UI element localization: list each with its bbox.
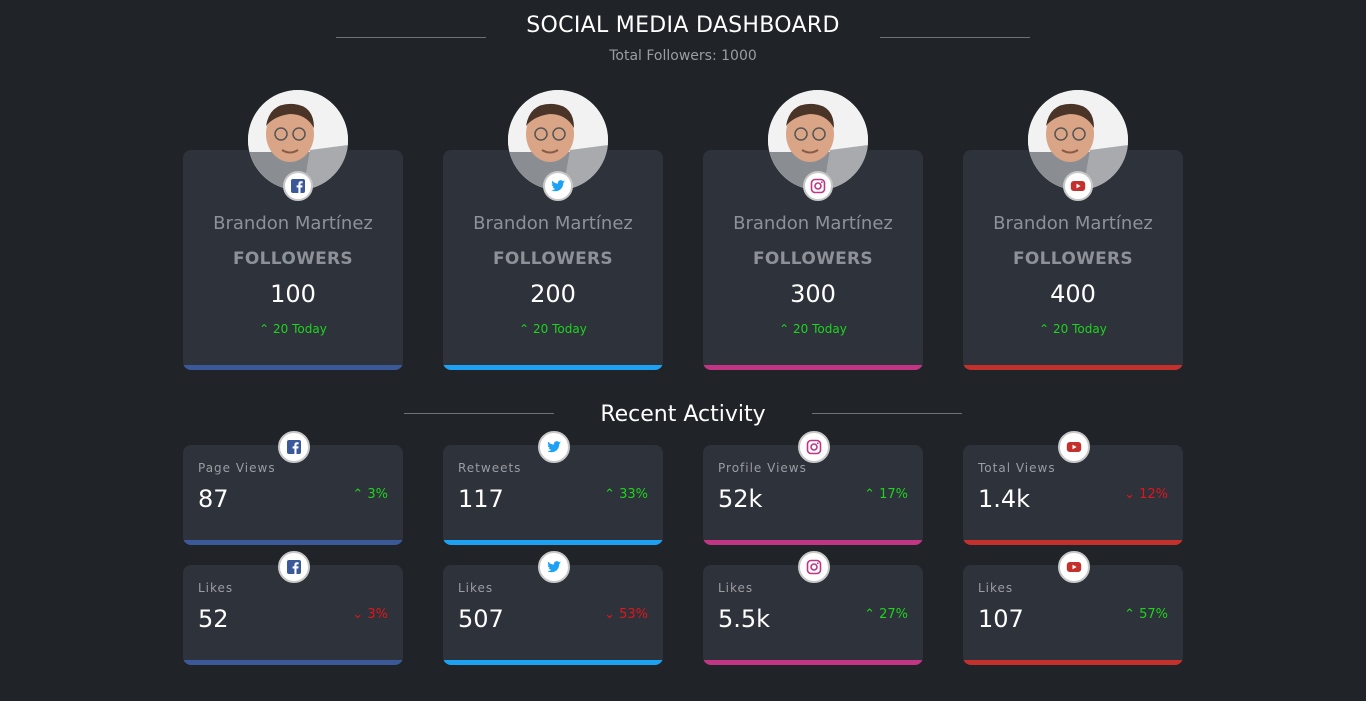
activity-value: 1.4k xyxy=(978,485,1031,513)
youtube-icon xyxy=(1058,551,1090,583)
followers-today: ⌃ 20 Today xyxy=(519,322,587,336)
followers-today: ⌃ 20 Today xyxy=(779,322,847,336)
facebook-icon xyxy=(278,431,310,463)
activity-change: ⌃ 3% xyxy=(352,487,388,502)
total-followers: Total Followers: 1000 xyxy=(609,48,757,64)
activity-label: Likes xyxy=(458,581,494,595)
activity-label: Total Views xyxy=(978,461,1056,475)
activity-change: ⌃ 33% xyxy=(604,487,648,502)
activity-change: ⌄ 12% xyxy=(1124,487,1168,502)
activity-label: Likes xyxy=(198,581,234,595)
activity-label: Profile Views xyxy=(718,461,807,475)
activity-value: 52k xyxy=(718,485,763,513)
activity-change: ⌃ 57% xyxy=(1124,607,1168,622)
facebook-icon xyxy=(283,171,313,201)
profile-name: Brandon Martínez xyxy=(213,213,373,234)
twitter-accent-bar xyxy=(443,365,663,370)
twitter-icon xyxy=(543,171,573,201)
followers-today: ⌃ 20 Today xyxy=(259,322,327,336)
title-row: SOCIAL MEDIA DASHBOARD xyxy=(0,13,1366,43)
followers-count: 200 xyxy=(530,280,576,308)
twitter-accent-bar xyxy=(443,660,663,665)
activity-value: 5.5k xyxy=(718,605,771,633)
youtube-icon xyxy=(1058,431,1090,463)
instagram-icon xyxy=(798,431,830,463)
instagram-accent-bar xyxy=(703,540,923,545)
instagram-icon xyxy=(803,171,833,201)
recent-activity-heading: Recent Activity xyxy=(0,402,1366,434)
activity-change: ⌄ 3% xyxy=(352,607,388,622)
followers-today: ⌃ 20 Today xyxy=(1039,322,1107,336)
followers-label: FOLLOWERS xyxy=(493,249,613,269)
profile-name: Brandon Martínez xyxy=(993,213,1153,234)
title-divider-right xyxy=(880,37,1030,38)
followers-count: 300 xyxy=(790,280,836,308)
activity-value: 87 xyxy=(198,485,229,513)
activity-change: ⌄ 53% xyxy=(604,607,648,622)
facebook-icon xyxy=(278,551,310,583)
activity-value: 52 xyxy=(198,605,229,633)
activity-value: 507 xyxy=(458,605,504,633)
section-divider-right xyxy=(812,413,962,414)
activity-label: Likes xyxy=(718,581,754,595)
activity-change: ⌃ 27% xyxy=(864,607,908,622)
section-title: Recent Activity xyxy=(600,402,766,427)
youtube-accent-bar xyxy=(963,540,1183,545)
activity-label: Page Views xyxy=(198,461,276,475)
twitter-accent-bar xyxy=(443,540,663,545)
youtube-icon xyxy=(1063,171,1093,201)
page-title: SOCIAL MEDIA DASHBOARD xyxy=(526,13,840,38)
followers-count: 400 xyxy=(1050,280,1096,308)
facebook-accent-bar xyxy=(183,540,403,545)
followers-label: FOLLOWERS xyxy=(1013,249,1133,269)
facebook-accent-bar xyxy=(183,365,403,370)
instagram-accent-bar xyxy=(703,365,923,370)
youtube-accent-bar xyxy=(963,365,1183,370)
facebook-accent-bar xyxy=(183,660,403,665)
followers-label: FOLLOWERS xyxy=(233,249,353,269)
activity-value: 107 xyxy=(978,605,1024,633)
instagram-icon xyxy=(798,551,830,583)
activity-change: ⌃ 17% xyxy=(864,487,908,502)
followers-label: FOLLOWERS xyxy=(753,249,873,269)
profile-name: Brandon Martínez xyxy=(733,213,893,234)
profile-name: Brandon Martínez xyxy=(473,213,633,234)
activity-label: Likes xyxy=(978,581,1014,595)
twitter-icon xyxy=(538,551,570,583)
activity-value: 117 xyxy=(458,485,504,513)
youtube-accent-bar xyxy=(963,660,1183,665)
activity-label: Retweets xyxy=(458,461,522,475)
followers-count: 100 xyxy=(270,280,316,308)
twitter-icon xyxy=(538,431,570,463)
instagram-accent-bar xyxy=(703,660,923,665)
